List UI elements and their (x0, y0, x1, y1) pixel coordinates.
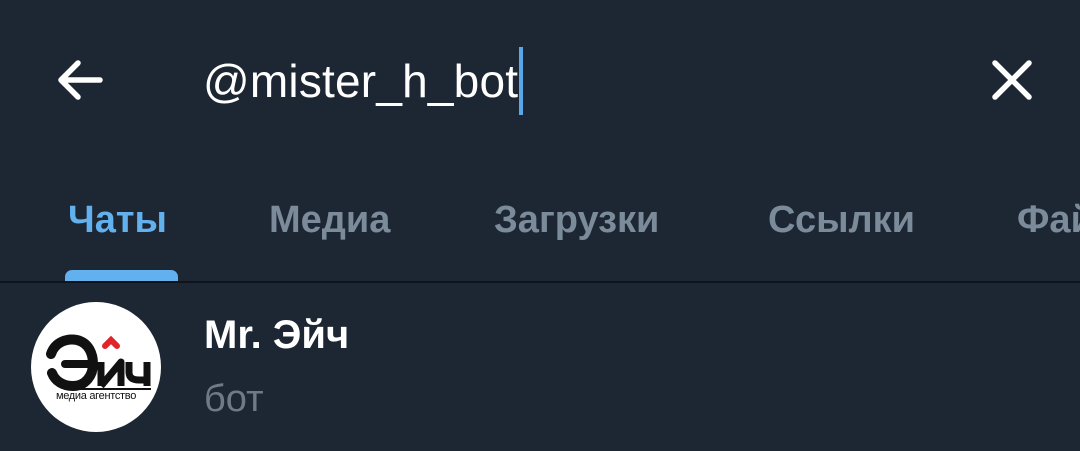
list-item[interactable]: медиа агентство Mr. Эйч бот (0, 283, 1080, 451)
chat-title: Mr. Эйч (204, 313, 350, 357)
search-input[interactable]: @mister_h_bot (203, 54, 518, 108)
search-tabs: Чаты Медиа Загрузки Ссылки Фай (0, 165, 1080, 282)
arrow-left-icon (58, 60, 103, 100)
close-icon (992, 60, 1032, 100)
search-header: @mister_h_bot (0, 0, 1080, 165)
eich-logo-icon (46, 334, 151, 392)
tab-downloads[interactable]: Загрузки (494, 199, 659, 242)
back-button[interactable] (40, 44, 120, 116)
avatar-subtitle: медиа агентство (55, 390, 137, 402)
tab-links[interactable]: Ссылки (768, 199, 915, 242)
tab-chats[interactable]: Чаты (68, 199, 167, 242)
tab-media[interactable]: Медиа (269, 199, 390, 242)
chat-subtitle: бот (204, 378, 264, 420)
search-field[interactable]: @mister_h_bot (203, 47, 524, 115)
avatar: медиа агентство (31, 302, 161, 432)
clear-search-button[interactable] (972, 40, 1052, 120)
text-caret (519, 47, 524, 115)
tab-files[interactable]: Фай (1017, 199, 1080, 242)
